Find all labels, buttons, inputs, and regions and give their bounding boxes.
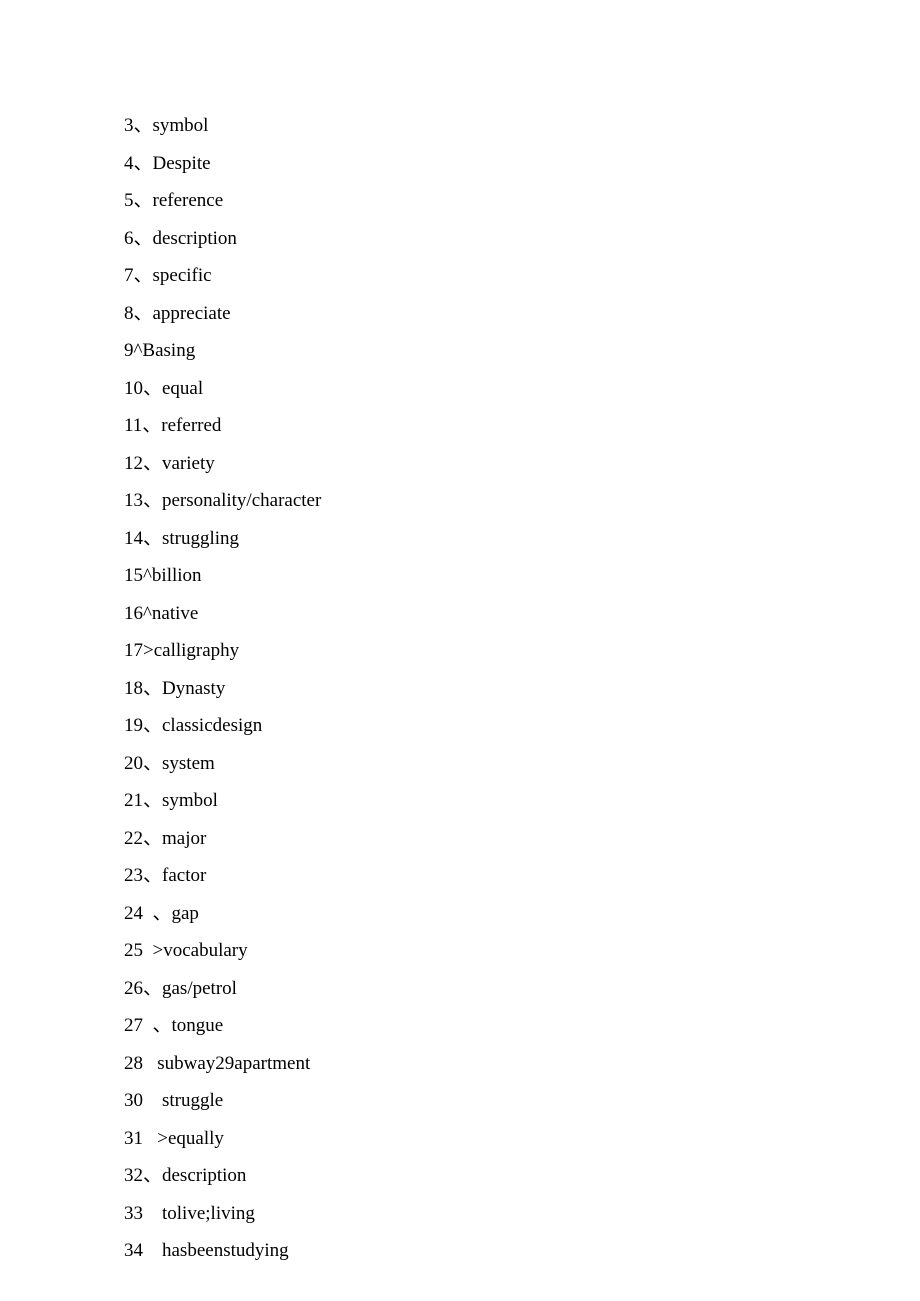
- list-item: 9^Basing: [124, 341, 824, 360]
- list-item: 15^billion: [124, 566, 824, 585]
- list-item: 7、specific: [124, 266, 824, 285]
- list-item: 21、symbol: [124, 791, 824, 810]
- answer-list: 3、symbol 4、Despite 5、reference 6、descriptio…: [124, 116, 824, 1260]
- list-item: 19、classicdesign: [124, 716, 824, 735]
- list-item: 17>calligraphy: [124, 641, 824, 660]
- list-item: 11、referred: [124, 416, 824, 435]
- list-item: 4、Despite: [124, 154, 824, 173]
- list-item: 13、personality/character: [124, 491, 824, 510]
- list-item: 8、appreciate: [124, 304, 824, 323]
- list-item: 28 subway29apartment: [124, 1054, 824, 1073]
- list-item: 27 、tongue: [124, 1016, 824, 1035]
- list-item: 32、description: [124, 1166, 824, 1185]
- list-item: 16^native: [124, 604, 824, 623]
- list-item: 20、system: [124, 754, 824, 773]
- list-item: 22、major: [124, 829, 824, 848]
- list-item: 26、gas/petrol: [124, 979, 824, 998]
- list-item: 6、description: [124, 229, 824, 248]
- list-item: 24 、gap: [124, 904, 824, 923]
- list-item: 14、struggling: [124, 529, 824, 548]
- list-item: 34 hasbeenstudying: [124, 1241, 824, 1260]
- list-item: 33 tolive;living: [124, 1204, 824, 1223]
- list-item: 12、variety: [124, 454, 824, 473]
- list-item: 23、factor: [124, 866, 824, 885]
- list-item: 5、reference: [124, 191, 824, 210]
- list-item: 31 >equally: [124, 1129, 824, 1148]
- list-item: 30 struggle: [124, 1091, 824, 1110]
- list-item: 10、equal: [124, 379, 824, 398]
- document-page: 3、symbol 4、Despite 5、reference 6、descriptio…: [0, 0, 824, 1260]
- list-item: 18、Dynasty: [124, 679, 824, 698]
- list-item: 3、symbol: [124, 116, 824, 135]
- list-item: 25 >vocabulary: [124, 941, 824, 960]
